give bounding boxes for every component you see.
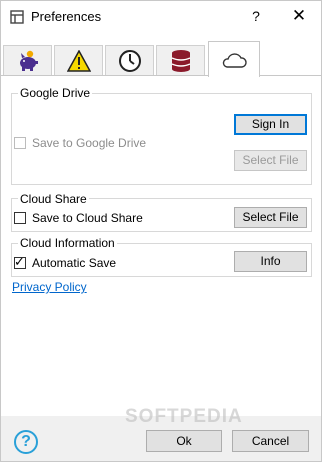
ok-button[interactable]: Ok	[146, 430, 222, 452]
automatic-save-checkbox-box[interactable]: ✓	[14, 254, 26, 269]
google-drive-checkbox-label: Save to Google Drive	[32, 136, 147, 150]
piggy-bank-icon	[19, 50, 38, 71]
save-to-cloud-share-checkbox[interactable]: Save to Cloud Share	[14, 211, 143, 225]
tab-piggy-bank[interactable]	[3, 45, 52, 75]
cloud-share-checkbox-label: Save to Cloud Share	[32, 211, 143, 225]
close-button[interactable]: ✕	[288, 5, 310, 27]
tab-strip	[1, 41, 321, 77]
preferences-window: Preferences ? ✕ Google Drive Save to Goo…	[0, 0, 322, 462]
tab-database[interactable]	[156, 45, 205, 75]
google-drive-select-file-button[interactable]: Select File	[234, 150, 307, 171]
tab-warning[interactable]	[54, 45, 103, 75]
app-icon	[10, 10, 24, 24]
title-bar: Preferences ? ✕	[1, 1, 321, 33]
automatic-save-label: Automatic Save	[32, 256, 117, 270]
checkmark-icon: ✓	[14, 254, 25, 269]
clock-icon	[118, 49, 141, 72]
tab-cloud[interactable]	[208, 41, 260, 77]
database-icon	[171, 49, 190, 72]
google-drive-title: Google Drive	[18, 86, 93, 100]
cancel-button[interactable]: Cancel	[232, 430, 309, 452]
help-icon[interactable]: ?	[14, 430, 38, 454]
cloud-share-title: Cloud Share	[18, 192, 89, 206]
google-drive-checkbox-box[interactable]	[14, 137, 26, 149]
save-to-google-drive-checkbox[interactable]: Save to Google Drive	[14, 136, 146, 150]
cloud-settings-panel: Google Drive Save to Google Drive Sign I…	[1, 76, 321, 411]
privacy-policy-link[interactable]: Privacy Policy	[12, 280, 87, 294]
cloud-share-checkbox-box[interactable]	[14, 212, 26, 224]
warning-icon	[66, 49, 91, 72]
cloud-information-title: Cloud Information	[18, 236, 117, 250]
info-button[interactable]: Info	[234, 251, 307, 272]
sign-in-button[interactable]: Sign In	[234, 114, 307, 135]
tab-clock[interactable]	[105, 45, 154, 75]
cloud-share-select-file-button[interactable]: Select File	[234, 207, 307, 228]
automatic-save-checkbox[interactable]: ✓ Automatic Save	[14, 254, 117, 270]
window-title: Preferences	[31, 9, 102, 24]
help-title-button[interactable]: ?	[247, 5, 265, 27]
cloud-icon	[222, 52, 247, 68]
watermark: SOFTPEDIA	[125, 406, 243, 427]
